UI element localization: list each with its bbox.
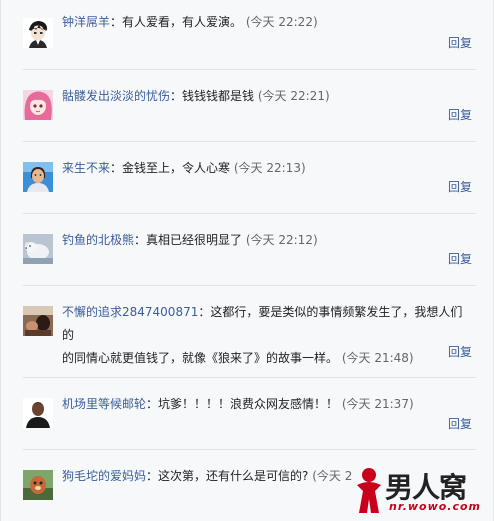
divider xyxy=(23,141,476,142)
avatar[interactable] xyxy=(23,90,53,120)
comment-message: 这次第，还有什么是可信的? xyxy=(158,469,309,483)
divider xyxy=(23,213,476,214)
comment-message: 有人爱看，有人爱演。 xyxy=(122,15,243,29)
brand-person-icon xyxy=(357,468,381,513)
brand-url: nr.wowo.com xyxy=(389,500,482,513)
commenter-name-link[interactable]: 骷髅发出淡淡的忧伤 xyxy=(62,89,170,103)
avatar[interactable] xyxy=(23,306,53,336)
anime-boy-avatar-icon xyxy=(23,18,53,48)
divider xyxy=(23,285,476,286)
avatar[interactable] xyxy=(23,398,53,428)
comment-time: (今天 22:22) xyxy=(245,15,318,29)
comment-time: (今天 22:21) xyxy=(257,89,330,103)
comment-text: 钓鱼的北极熊：真相已经很明显了 (今天 22:12) xyxy=(62,233,318,247)
reply-button[interactable]: 回复 xyxy=(448,34,472,51)
comment-time: (今天 22:13) xyxy=(233,161,306,175)
person-photo-avatar-icon xyxy=(23,306,53,336)
comment-text: 骷髅发出淡淡的忧伤：钱钱钱都是钱 (今天 22:21) xyxy=(62,89,330,103)
commenter-name-link[interactable]: 钟洋屌羊 xyxy=(62,15,110,29)
cartoon-avatar-icon xyxy=(23,470,53,500)
reply-button[interactable]: 回复 xyxy=(448,415,472,432)
divider xyxy=(23,69,476,70)
man-photo-avatar-icon xyxy=(23,398,53,428)
reply-button[interactable]: 回复 xyxy=(448,250,472,267)
comment-time: (今天 2 xyxy=(312,469,353,483)
comment-time: (今天 21:48) xyxy=(341,351,414,365)
comment-message-continued: 的同情心就更值钱了，就像《狼来了》的故事一样。 xyxy=(62,351,339,365)
comment-text: 机场里等候邮轮：坑爹！！！！浪费众网友感情！！ (今天 21:37) xyxy=(62,397,414,411)
avatar[interactable] xyxy=(23,234,53,264)
comment-list: 钟洋屌羊：有人爱看，有人爱演。 (今天 22:22) 回复 骷髅发出淡淡的忧伤：… xyxy=(0,0,494,521)
avatar[interactable] xyxy=(23,470,53,500)
comment-text: 钟洋屌羊：有人爱看，有人爱演。 (今天 22:22) xyxy=(62,15,318,29)
avatar[interactable] xyxy=(23,18,53,48)
comment-message: 真相已经很明显了 xyxy=(146,233,243,247)
comment-message: 钱钱钱都是钱 xyxy=(182,89,255,103)
pink-hair-girl-avatar-icon xyxy=(23,90,53,120)
commenter-name-link[interactable]: 狗毛坨的爱妈妈 xyxy=(62,469,146,483)
comment-time: (今天 22:12) xyxy=(245,233,318,247)
comment-message: 金钱至上，令人心寒 xyxy=(122,161,231,175)
commenter-name-link[interactable]: 机场里等候邮轮 xyxy=(62,397,146,411)
divider xyxy=(23,449,476,450)
divider xyxy=(23,377,476,378)
comment-text: 不懈的追求2847400871：这都行，要是类似的事情频繁发生了，我想人们的 的… xyxy=(62,305,463,365)
reply-button[interactable]: 回复 xyxy=(448,343,472,360)
avatar[interactable] xyxy=(23,162,53,192)
comment-time: (今天 21:37) xyxy=(341,397,414,411)
watermark-logo: 男人窝 nr.wowo.com xyxy=(349,465,487,517)
commenter-name-link[interactable]: 来生不来 xyxy=(62,161,110,175)
commenter-name-link[interactable]: 钓鱼的北极熊 xyxy=(62,233,134,247)
comment-message: 坑爹！！！！浪费众网友感情！！ xyxy=(158,397,339,411)
polar-bear-avatar-icon xyxy=(23,234,53,264)
comment-text: 来生不来：金钱至上，令人心寒 (今天 22:13) xyxy=(62,161,306,175)
woman-photo-avatar-icon xyxy=(23,162,53,192)
reply-button[interactable]: 回复 xyxy=(448,178,472,195)
commenter-name-link[interactable]: 不懈的追求2847400871 xyxy=(62,305,198,319)
reply-button[interactable]: 回复 xyxy=(448,106,472,123)
